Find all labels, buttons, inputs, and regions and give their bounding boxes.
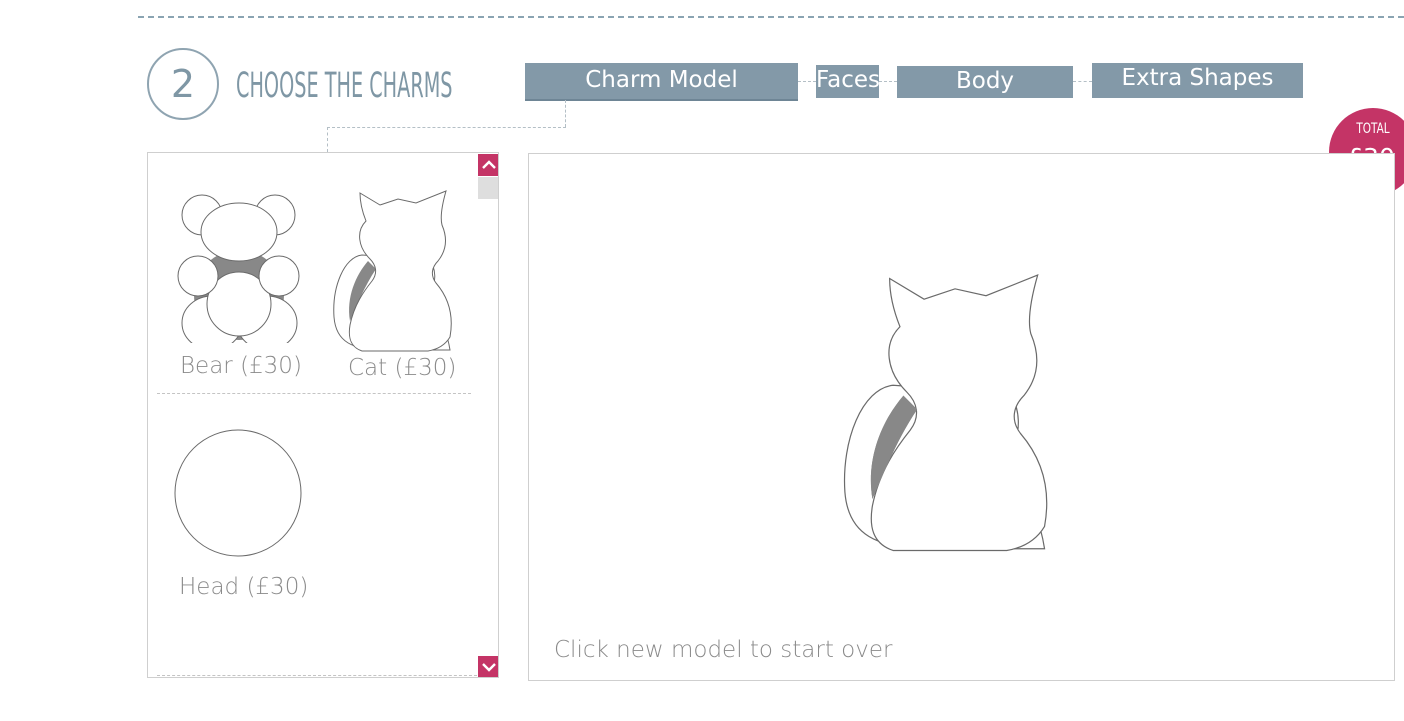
- charm-preview-canvas[interactable]: Click new model to start over: [528, 153, 1395, 681]
- charm-label-head: Head (£30): [179, 574, 309, 600]
- scroll-up-button[interactable]: [478, 154, 498, 176]
- tab-body[interactable]: Body: [897, 66, 1073, 98]
- cat-silhouette-icon: [333, 190, 452, 352]
- charm-item-head[interactable]: Head (£30): [173, 428, 333, 608]
- tab-charm-model[interactable]: Charm Model: [525, 63, 798, 99]
- tab-connector: [879, 81, 897, 82]
- section-divider: [157, 393, 471, 394]
- tab-faces[interactable]: Faces: [816, 65, 880, 98]
- top-dashed-rule: [138, 16, 1404, 18]
- tab-connector: [1073, 81, 1092, 82]
- chevron-up-icon: [482, 160, 496, 169]
- bear-silhouette-icon: [177, 194, 300, 351]
- section-divider: [157, 675, 477, 676]
- charm-item-cat[interactable]: Cat (£30): [330, 187, 460, 385]
- start-over-hint: Click new model to start over: [554, 637, 893, 663]
- tab-pointer-connector: [327, 127, 328, 152]
- tab-pointer-connector: [327, 127, 566, 128]
- charm-item-bear[interactable]: Bear (£30): [176, 193, 302, 383]
- step-title: CHOOSE THE CHARMS: [236, 66, 453, 106]
- charm-label-cat: Cat (£30): [348, 355, 457, 381]
- cat-silhouette-icon: [843, 274, 1048, 552]
- chevron-down-icon: [482, 663, 496, 672]
- circle-head-icon: [174, 429, 302, 557]
- scroll-down-button[interactable]: [478, 656, 498, 677]
- total-label: TOTAL: [1356, 121, 1390, 137]
- tab-connector: [798, 81, 816, 82]
- tab-extra-shapes[interactable]: Extra Shapes: [1092, 63, 1303, 98]
- charm-label-bear: Bear (£30): [180, 353, 302, 379]
- tab-pointer-connector: [565, 100, 566, 127]
- charm-model-list[interactable]: Bear (£30) Cat (£30) Head (£30): [147, 152, 499, 678]
- step-number-badge: 2: [147, 48, 219, 120]
- scrollbar-thumb[interactable]: [478, 177, 498, 199]
